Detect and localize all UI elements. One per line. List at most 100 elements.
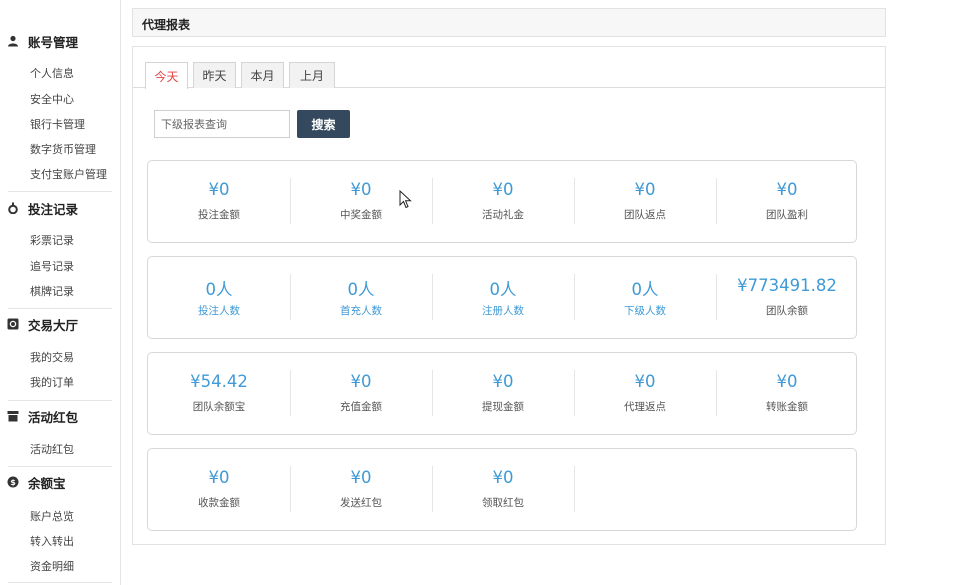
stat-label: 提现金额 xyxy=(482,401,524,413)
stat-value: 0人 xyxy=(205,280,233,299)
stat-subordinates: 0人 下级人数 xyxy=(574,257,716,338)
stat-team-balance: ¥773491.82 团队余额 xyxy=(716,257,858,338)
sidebar-group-bets[interactable]: 投注记录 xyxy=(0,196,113,220)
svg-text:$: $ xyxy=(10,478,16,487)
sidebar-item-activity-redpacket[interactable]: 活动红包 xyxy=(30,443,74,457)
sidebar-item-chess[interactable]: 棋牌记录 xyxy=(30,285,74,299)
stat-value: ¥0 xyxy=(634,180,656,199)
stat-label: 充值金额 xyxy=(340,401,382,413)
trade-icon xyxy=(7,318,19,330)
user-icon xyxy=(7,35,19,47)
stat-team-rebate: ¥0 团队返点 xyxy=(574,161,716,242)
stats-card: 0人 投注人数 0人 首充人数 0人 注册人数 0人 下级人数 ¥773491.… xyxy=(147,256,857,339)
stat-value: ¥0 xyxy=(634,372,656,391)
stat-link-registrations[interactable]: 注册人数 xyxy=(432,303,574,318)
divider xyxy=(8,400,112,401)
stat-transfer-amount: ¥0 转账金额 xyxy=(716,353,858,434)
mouse-cursor-icon xyxy=(399,190,412,209)
tab-this-month[interactable]: 本月 xyxy=(241,62,284,88)
stat-label: 收款金额 xyxy=(198,497,240,509)
stat-link-first-deposit[interactable]: 首充人数 xyxy=(290,303,432,318)
stat-value: ¥0 xyxy=(776,180,798,199)
redpacket-icon xyxy=(7,410,19,422)
stat-label: 转账金额 xyxy=(766,401,808,413)
sidebar-item-alipay[interactable]: 支付宝账户管理 xyxy=(30,168,107,182)
stat-sent-redpacket: ¥0 发送红包 xyxy=(290,449,432,530)
stat-bet-amount: ¥0 投注金额 xyxy=(148,161,290,242)
sidebar-group-redpacket[interactable]: 活动红包 xyxy=(0,404,113,428)
divider xyxy=(8,308,112,309)
stat-label: 团队余额 xyxy=(766,305,808,317)
sidebar-group-account[interactable]: 账号管理 xyxy=(0,29,113,53)
stats-card: ¥54.42 团队余额宝 ¥0 充值金额 ¥0 提现金额 ¥0 代理返点 ¥0 … xyxy=(147,352,857,435)
stat-value: ¥0 xyxy=(492,180,514,199)
sidebar-group-title: 余额宝 xyxy=(28,475,66,491)
stat-value: ¥0 xyxy=(492,468,514,487)
stat-claimed-redpacket: ¥0 领取红包 xyxy=(432,449,574,530)
subordinate-report-search-input[interactable] xyxy=(154,110,290,138)
stat-agent-rebate: ¥0 代理返点 xyxy=(574,353,716,434)
stats-card: ¥0 投注金额 ¥0 中奖金额 ¥0 活动礼金 ¥0 团队返点 ¥0 团队盈利 xyxy=(147,160,857,243)
sidebar-item-crypto[interactable]: 数字货币管理 xyxy=(30,143,96,157)
sidebar-item-profile[interactable]: 个人信息 xyxy=(30,67,74,81)
sidebar-item-chase[interactable]: 追号记录 xyxy=(30,260,74,274)
sidebar-group-yuebao[interactable]: $ 余额宝 xyxy=(0,470,113,494)
stat-label: 活动礼金 xyxy=(482,209,524,221)
stat-link-bettors[interactable]: 投注人数 xyxy=(148,303,290,318)
stat-value: 0人 xyxy=(631,280,659,299)
stat-label: 投注金额 xyxy=(198,209,240,221)
stat-value: ¥0 xyxy=(350,468,372,487)
stat-label: 代理返点 xyxy=(624,401,666,413)
stat-deposit-amount: ¥0 充值金额 xyxy=(290,353,432,434)
stat-label: 发送红包 xyxy=(340,497,382,509)
stat-value: ¥0 xyxy=(776,372,798,391)
stat-first-deposit: 0人 首充人数 xyxy=(290,257,432,338)
sidebar-group-trade[interactable]: 交易大厅 xyxy=(0,312,113,336)
stat-withdraw-amount: ¥0 提现金额 xyxy=(432,353,574,434)
tab-today[interactable]: 今天 xyxy=(145,62,188,89)
sidebar-item-security[interactable]: 安全中心 xyxy=(30,93,74,107)
stats-card: ¥0 收款金额 ¥0 发送红包 ¥0 领取红包 xyxy=(147,448,857,531)
sidebar-item-my-trades[interactable]: 我的交易 xyxy=(30,351,74,365)
stat-value: ¥0 xyxy=(208,180,230,199)
page-title: 代理报表 xyxy=(142,18,191,32)
stat-value: 0人 xyxy=(347,280,375,299)
sidebar: 账号管理 个人信息 安全中心 银行卡管理 数字货币管理 支付宝账户管理 投注记录… xyxy=(0,0,121,585)
stat-label: 团队返点 xyxy=(624,209,666,221)
sidebar-item-bank-card[interactable]: 银行卡管理 xyxy=(30,118,85,132)
bet-icon xyxy=(7,202,19,214)
sidebar-item-funds-detail[interactable]: 资金明细 xyxy=(30,560,74,574)
divider xyxy=(8,191,112,192)
sidebar-item-lottery[interactable]: 彩票记录 xyxy=(30,234,74,248)
search-button[interactable]: 搜索 xyxy=(297,110,350,138)
page-header: 代理报表 xyxy=(132,8,886,37)
tab-last-month[interactable]: 上月 xyxy=(289,62,335,88)
report-panel: 今天 昨天 本月 上月 搜索 ¥0 投注金额 ¥0 中奖金额 ¥0 活动礼金 ¥… xyxy=(132,46,886,545)
stat-value: ¥0 xyxy=(492,372,514,391)
divider xyxy=(8,582,112,583)
stat-team-profit: ¥0 团队盈利 xyxy=(716,161,858,242)
stat-value: ¥54.42 xyxy=(190,372,248,391)
stat-empty-cell xyxy=(574,449,716,530)
stat-link-subordinates[interactable]: 下级人数 xyxy=(574,303,716,318)
sidebar-group-title: 投注记录 xyxy=(28,201,79,217)
stat-label: 领取红包 xyxy=(482,497,524,509)
stat-activity-bonus: ¥0 活动礼金 xyxy=(432,161,574,242)
sidebar-item-my-orders[interactable]: 我的订单 xyxy=(30,376,74,390)
sidebar-item-overview[interactable]: 账户总览 xyxy=(30,510,74,524)
stat-value: ¥0 xyxy=(208,468,230,487)
stat-team-yuebao: ¥54.42 团队余额宝 xyxy=(148,353,290,434)
stat-value: ¥0 xyxy=(350,372,372,391)
stat-label: 团队盈利 xyxy=(766,209,808,221)
stat-bettors: 0人 投注人数 xyxy=(148,257,290,338)
sidebar-item-transfer[interactable]: 转入转出 xyxy=(30,535,74,549)
sidebar-group-title: 交易大厅 xyxy=(28,317,79,333)
stat-value: 0人 xyxy=(489,280,517,299)
stat-value: ¥773491.82 xyxy=(737,276,837,295)
stat-label: 团队余额宝 xyxy=(192,401,246,413)
tab-yesterday[interactable]: 昨天 xyxy=(193,62,236,88)
sidebar-group-title: 账号管理 xyxy=(28,34,79,50)
divider xyxy=(574,466,575,512)
sidebar-group-title: 活动红包 xyxy=(28,409,79,425)
stat-receive-amount: ¥0 收款金额 xyxy=(148,449,290,530)
